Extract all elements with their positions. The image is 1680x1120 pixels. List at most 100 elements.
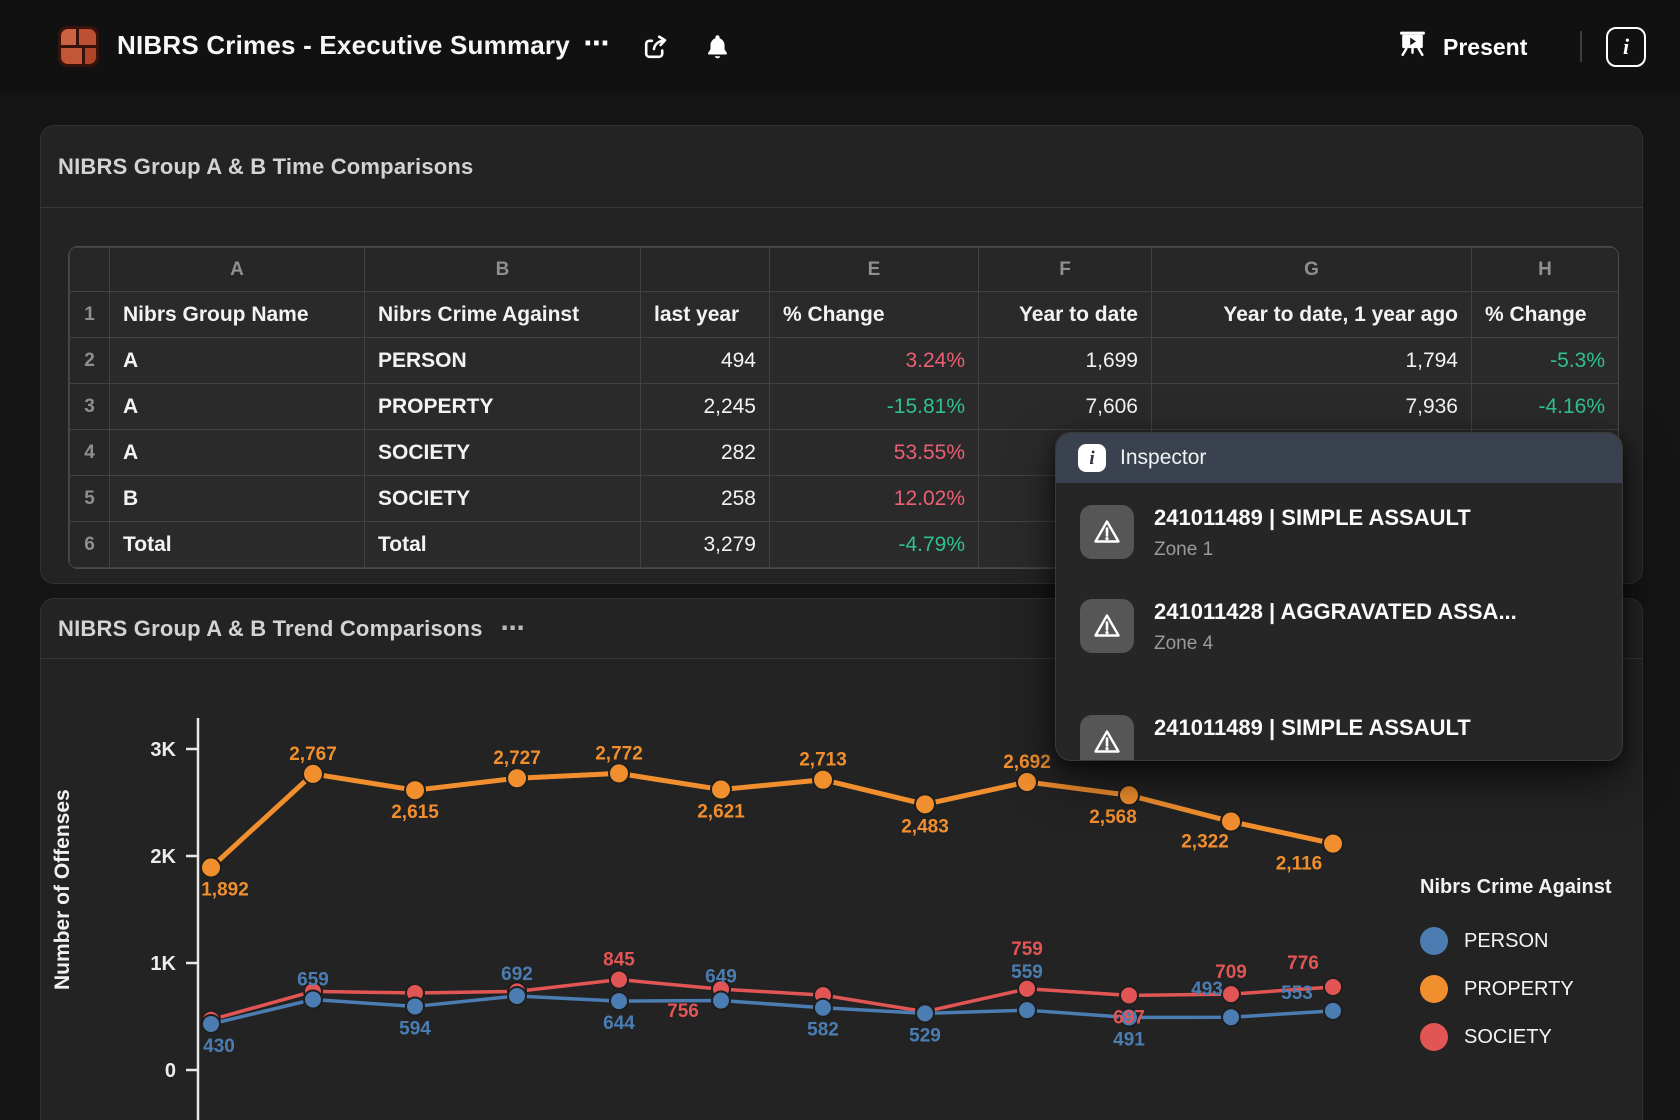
- present-button[interactable]: Present: [1396, 28, 1527, 66]
- cell-last-year[interactable]: 3,279: [641, 522, 770, 568]
- cell-group-name[interactable]: B: [110, 476, 365, 522]
- cell-group-name[interactable]: Total: [110, 522, 365, 568]
- column-letter-A[interactable]: A: [110, 248, 365, 292]
- chart-legend: Nibrs Crime Against PERSONPROPERTYSOCIET…: [1420, 876, 1612, 1061]
- info-button[interactable]: i: [1606, 27, 1646, 67]
- legend-item-society[interactable]: SOCIETY: [1420, 1013, 1612, 1061]
- row-number[interactable]: 6: [70, 522, 110, 568]
- point-property-10[interactable]: [1119, 785, 1139, 805]
- present-label: Present: [1443, 34, 1527, 61]
- logo-tile: [61, 48, 82, 64]
- point-property-4[interactable]: [507, 768, 527, 788]
- cell-year-to-date-1y-ago[interactable]: 1,794: [1152, 338, 1472, 384]
- point-property-3[interactable]: [405, 780, 425, 800]
- column-letter-G[interactable]: G: [1152, 248, 1472, 292]
- column-letter-F[interactable]: F: [979, 248, 1152, 292]
- inspector-item[interactable]: 241011428 | AGGRAVATED ASSA...Zone 4: [1080, 599, 1598, 655]
- topbar-divider: [1580, 31, 1582, 62]
- cell-year-to-date[interactable]: 1,699: [979, 338, 1152, 384]
- inspector-popup: i Inspector 241011489 | SIMPLE ASSAULTZo…: [1055, 432, 1623, 761]
- point-property-5[interactable]: [609, 763, 629, 783]
- row-number[interactable]: 4: [70, 430, 110, 476]
- point-person-11[interactable]: [1222, 1008, 1240, 1026]
- inspector-info-icon: i: [1078, 444, 1106, 472]
- column-header[interactable]: Year to date, 1 year ago: [1152, 292, 1472, 338]
- cell-crime-against[interactable]: PROPERTY: [365, 384, 641, 430]
- row-number[interactable]: 2: [70, 338, 110, 384]
- column-header[interactable]: Nibrs Crime Against: [365, 292, 641, 338]
- row-number[interactable]: 3: [70, 384, 110, 430]
- row-number[interactable]: 5: [70, 476, 110, 522]
- inspector-item[interactable]: 241011489 | SIMPLE ASSAULTZone 1: [1080, 505, 1598, 561]
- cell-pct-change[interactable]: 3.24%: [770, 338, 979, 384]
- cell-group-name[interactable]: A: [110, 430, 365, 476]
- column-letter-blank[interactable]: [70, 248, 110, 292]
- column-letter-H[interactable]: H: [1472, 248, 1619, 292]
- cell-pct-change-2[interactable]: -4.16%: [1472, 384, 1619, 430]
- data-label-property-8: 2,483: [901, 816, 949, 837]
- data-label-property-1: 1,892: [201, 880, 249, 901]
- more-options-icon[interactable]: ⋯: [580, 27, 614, 59]
- legend-title: Nibrs Crime Against: [1420, 876, 1612, 899]
- notifications-bell-icon[interactable]: [700, 31, 734, 63]
- cell-crime-against[interactable]: PERSON: [365, 338, 641, 384]
- legend-item-property[interactable]: PROPERTY: [1420, 965, 1612, 1013]
- point-property-12[interactable]: [1323, 834, 1343, 854]
- point-property-2[interactable]: [303, 764, 323, 784]
- point-property-8[interactable]: [915, 794, 935, 814]
- column-header[interactable]: Year to date: [979, 292, 1152, 338]
- app-logo[interactable]: [58, 26, 99, 67]
- cell-last-year[interactable]: 2,245: [641, 384, 770, 430]
- point-person-7[interactable]: [814, 999, 832, 1017]
- cell-crime-against[interactable]: SOCIETY: [365, 476, 641, 522]
- data-label-person-11: 493: [1191, 979, 1223, 1000]
- line-person: [211, 996, 1333, 1024]
- cell-pct-change[interactable]: -15.81%: [770, 384, 979, 430]
- point-society-12[interactable]: [1324, 978, 1342, 996]
- legend-item-person[interactable]: PERSON: [1420, 917, 1612, 965]
- column-header[interactable]: % Change: [1472, 292, 1619, 338]
- point-person-12[interactable]: [1324, 1002, 1342, 1020]
- column-letter-E[interactable]: E: [770, 248, 979, 292]
- point-person-4[interactable]: [508, 987, 526, 1005]
- point-person-5[interactable]: [610, 992, 628, 1010]
- point-society-10[interactable]: [1120, 986, 1138, 1004]
- cell-last-year[interactable]: 282: [641, 430, 770, 476]
- point-person-1[interactable]: [202, 1015, 220, 1033]
- table-row: 3APROPERTY2,245-15.81%7,6067,936-4.16%: [70, 384, 1619, 430]
- point-property-11[interactable]: [1221, 812, 1241, 832]
- point-society-11[interactable]: [1222, 985, 1240, 1003]
- cell-pct-change[interactable]: -4.79%: [770, 522, 979, 568]
- point-person-3[interactable]: [406, 997, 424, 1015]
- cell-year-to-date[interactable]: 7,606: [979, 384, 1152, 430]
- cell-pct-change[interactable]: 53.55%: [770, 430, 979, 476]
- legend-swatch: [1420, 927, 1448, 955]
- column-letter-B[interactable]: B: [365, 248, 641, 292]
- column-header[interactable]: last year: [641, 292, 770, 338]
- share-icon[interactable]: [638, 31, 672, 63]
- point-property-1[interactable]: [201, 858, 221, 878]
- point-property-6[interactable]: [711, 780, 731, 800]
- point-person-6[interactable]: [712, 992, 730, 1010]
- cell-last-year[interactable]: 494: [641, 338, 770, 384]
- point-property-7[interactable]: [813, 770, 833, 790]
- row-number[interactable]: 1: [70, 292, 110, 338]
- inspector-item[interactable]: 241011489 | SIMPLE ASSAULT: [1080, 715, 1598, 761]
- cell-last-year[interactable]: 258: [641, 476, 770, 522]
- cell-year-to-date-1y-ago[interactable]: 7,936: [1152, 384, 1472, 430]
- cell-pct-change[interactable]: 12.02%: [770, 476, 979, 522]
- column-header[interactable]: % Change: [770, 292, 979, 338]
- cell-group-name[interactable]: A: [110, 338, 365, 384]
- cell-pct-change-2[interactable]: -5.3%: [1472, 338, 1619, 384]
- point-person-2[interactable]: [304, 990, 322, 1008]
- column-header[interactable]: Nibrs Group Name: [110, 292, 365, 338]
- cell-crime-against[interactable]: Total: [365, 522, 641, 568]
- cell-crime-against[interactable]: SOCIETY: [365, 430, 641, 476]
- data-label-society-12: 776: [1287, 953, 1319, 974]
- point-society-5[interactable]: [610, 971, 628, 989]
- point-property-9[interactable]: [1017, 772, 1037, 792]
- point-person-9[interactable]: [1018, 1001, 1036, 1019]
- column-letter-blank[interactable]: [641, 248, 770, 292]
- cell-group-name[interactable]: A: [110, 384, 365, 430]
- point-person-8[interactable]: [916, 1004, 934, 1022]
